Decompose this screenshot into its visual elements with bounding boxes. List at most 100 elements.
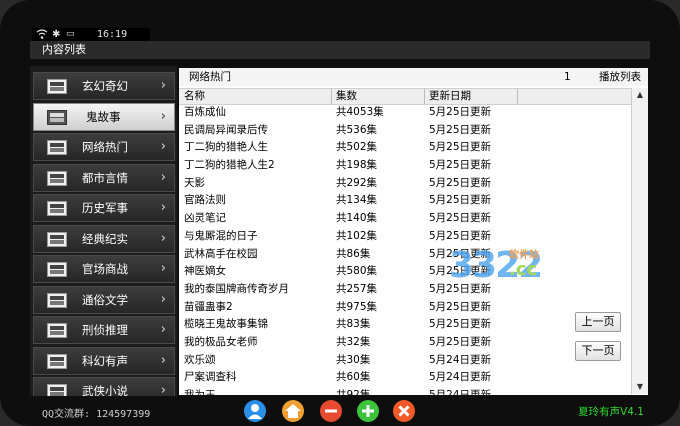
folder-icon <box>47 201 67 216</box>
sidebar-item-label: 鬼故事 <box>86 109 121 124</box>
update-date: 5月25日更新 <box>429 123 492 136</box>
update-date: 5月25日更新 <box>429 194 492 207</box>
story-name: 武林高手在校园 <box>184 247 258 260</box>
chevron-right-icon: › <box>160 78 166 93</box>
sidebar-item[interactable]: 历史军事 › <box>33 194 175 222</box>
episode-count: 共257集 <box>336 282 378 295</box>
minus-icon[interactable] <box>320 400 342 422</box>
column-name[interactable]: 名称 <box>184 89 205 104</box>
scroll-down-icon[interactable]: ▼ <box>632 380 648 394</box>
update-date: 5月25日更新 <box>429 176 492 189</box>
folder-icon <box>47 79 67 94</box>
folder-icon <box>47 140 67 155</box>
column-update-date[interactable]: 更新日期 <box>429 89 471 104</box>
sidebar-item-label: 官场商战 <box>82 262 128 276</box>
playlist-button[interactable]: 播放列表 <box>599 68 641 86</box>
episode-count: 共4053集 <box>336 106 384 118</box>
scroll-up-icon[interactable]: ▲ <box>632 88 648 102</box>
folder-icon <box>47 323 67 338</box>
episode-count: 共580集 <box>336 265 378 278</box>
sidebar-item[interactable]: 鬼故事 › <box>33 102 175 131</box>
close-icon[interactable] <box>393 400 415 422</box>
panel-header: 网络热门 1 播放列表 <box>179 68 648 86</box>
sidebar-item[interactable]: 武侠小说 › <box>33 377 175 396</box>
table-row[interactable]: 百炼成仙 共4053集 5月25日更新 <box>179 104 631 122</box>
sidebar-item[interactable]: 通俗文学 › <box>33 285 175 314</box>
episode-count: 共198集 <box>336 159 378 172</box>
update-date: 5月25日更新 <box>429 212 492 225</box>
episode-count: 共134集 <box>336 194 378 207</box>
table-row[interactable]: 欢乐颂 共30集 5月24日更新 <box>179 352 631 370</box>
sidebar-item[interactable]: 刑侦推理 › <box>33 316 175 344</box>
version-label: 夏玲有声V4.1 <box>578 406 644 418</box>
watermark-domain: .cc <box>509 259 538 280</box>
table-row[interactable]: 天影 共292集 5月25日更新 <box>179 175 631 193</box>
sidebar-item[interactable]: 都市言情 › <box>33 163 175 192</box>
column-episodes[interactable]: 集数 <box>336 89 357 104</box>
sidebar-item-label: 网络热门 <box>82 140 128 154</box>
story-name: 丁二狗的猎艳人生2 <box>184 159 275 172</box>
sidebar-item[interactable]: 玄幻奇幻 › <box>33 72 175 100</box>
folder-icon <box>47 109 67 125</box>
table-row[interactable]: 与鬼厮混的日子 共102集 5月25日更新 <box>179 228 631 246</box>
content-panel: 网络热门 1 播放列表 名称 集数 更新日期 百炼成仙 共4053集 5月25日更新… <box>179 68 648 395</box>
table-row[interactable]: 丁二狗的猎艳人生2 共198集 5月25日更新 <box>179 157 631 175</box>
table-row[interactable]: 我的极品女老师 共32集 5月25日更新 <box>179 334 631 352</box>
table-row[interactable]: 官路法则 共134集 5月25日更新 <box>179 192 631 210</box>
sidebar-item-label: 武侠小说 <box>82 384 128 396</box>
story-name: 欢乐颂 <box>184 353 216 366</box>
story-name: 我的极品女老师 <box>184 335 258 348</box>
page-number: 1 <box>564 71 571 83</box>
table-row[interactable]: 苗疆蛊事2 共975集 5月25日更新 <box>179 299 631 317</box>
chevron-right-icon: › <box>160 383 166 396</box>
sidebar-item[interactable]: 经典纪实 › <box>33 224 175 253</box>
folder-icon <box>47 262 67 277</box>
folder-icon <box>47 353 67 369</box>
story-name: 凶灵笔记 <box>184 212 226 225</box>
story-name: 我的泰国牌商传奇岁月 <box>184 282 289 295</box>
episode-count: 共292集 <box>336 176 378 189</box>
episode-count: 共140集 <box>336 212 378 225</box>
plus-icon[interactable] <box>357 400 379 422</box>
update-date: 5月24日更新 <box>429 389 492 395</box>
update-date: 5月25日更新 <box>429 335 492 348</box>
table-header: 名称 集数 更新日期 <box>179 88 631 105</box>
chevron-right-icon: › <box>160 139 166 154</box>
story-name: 苗疆蛊事2 <box>184 300 233 313</box>
table-row[interactable]: 凶灵笔记 共140集 5月25日更新 <box>179 210 631 228</box>
episode-count: 共86集 <box>336 247 371 260</box>
usb-icon: ▭ <box>66 29 75 39</box>
sidebar-item-label: 历史军事 <box>82 201 128 215</box>
user-icon[interactable] <box>244 400 266 422</box>
story-name: 百炼成仙 <box>184 106 226 118</box>
story-name: 与鬼厮混的日子 <box>184 229 258 242</box>
folder-icon <box>47 384 67 396</box>
table-row[interactable]: 榄晓王鬼故事集锦 共83集 5月25日更新 <box>179 316 631 334</box>
story-name: 神医嫡女 <box>184 265 226 278</box>
episode-count: 共536集 <box>336 123 378 136</box>
episode-count: 共502集 <box>336 141 378 154</box>
episode-count: 共975集 <box>336 300 378 313</box>
table-row[interactable]: 尸案调查科 共60集 5月24日更新 <box>179 369 631 387</box>
prev-page-button[interactable]: 上一页 <box>575 312 621 332</box>
home-icon[interactable] <box>282 400 304 422</box>
update-date: 5月24日更新 <box>429 353 492 366</box>
folder-icon <box>47 231 67 247</box>
tablet-frame: ✱ ▭ 16:19 内容列表 玄幻奇幻 › 鬼故事 › 网络热门 › 都市言情 › 历史军事 › 经… <box>0 0 680 426</box>
vertical-scrollbar[interactable]: ▲ ▼ <box>631 88 648 394</box>
sidebar-item-label: 经典纪实 <box>82 231 128 246</box>
table-row[interactable]: 民调局异闻录后传 共536集 5月25日更新 <box>179 122 631 140</box>
sidebar-item[interactable]: 官场商战 › <box>33 255 175 283</box>
folder-icon <box>47 292 67 308</box>
story-name: 丁二狗的猎艳人生 <box>184 141 268 154</box>
wifi-icon <box>36 29 48 39</box>
sidebar-item-label: 刑侦推理 <box>82 323 128 337</box>
sidebar-item[interactable]: 科幻有声 › <box>33 346 175 375</box>
window-title: 内容列表 <box>42 43 86 56</box>
next-page-button[interactable]: 下一页 <box>575 341 621 361</box>
sidebar-item[interactable]: 网络热门 › <box>33 133 175 161</box>
chevron-right-icon: › <box>160 108 166 124</box>
table-row[interactable]: 丁二狗的猎艳人生 共502集 5月25日更新 <box>179 139 631 157</box>
chevron-right-icon: › <box>160 261 166 276</box>
table-row[interactable]: 我为王 共92集 5月24日更新 <box>179 387 631 395</box>
